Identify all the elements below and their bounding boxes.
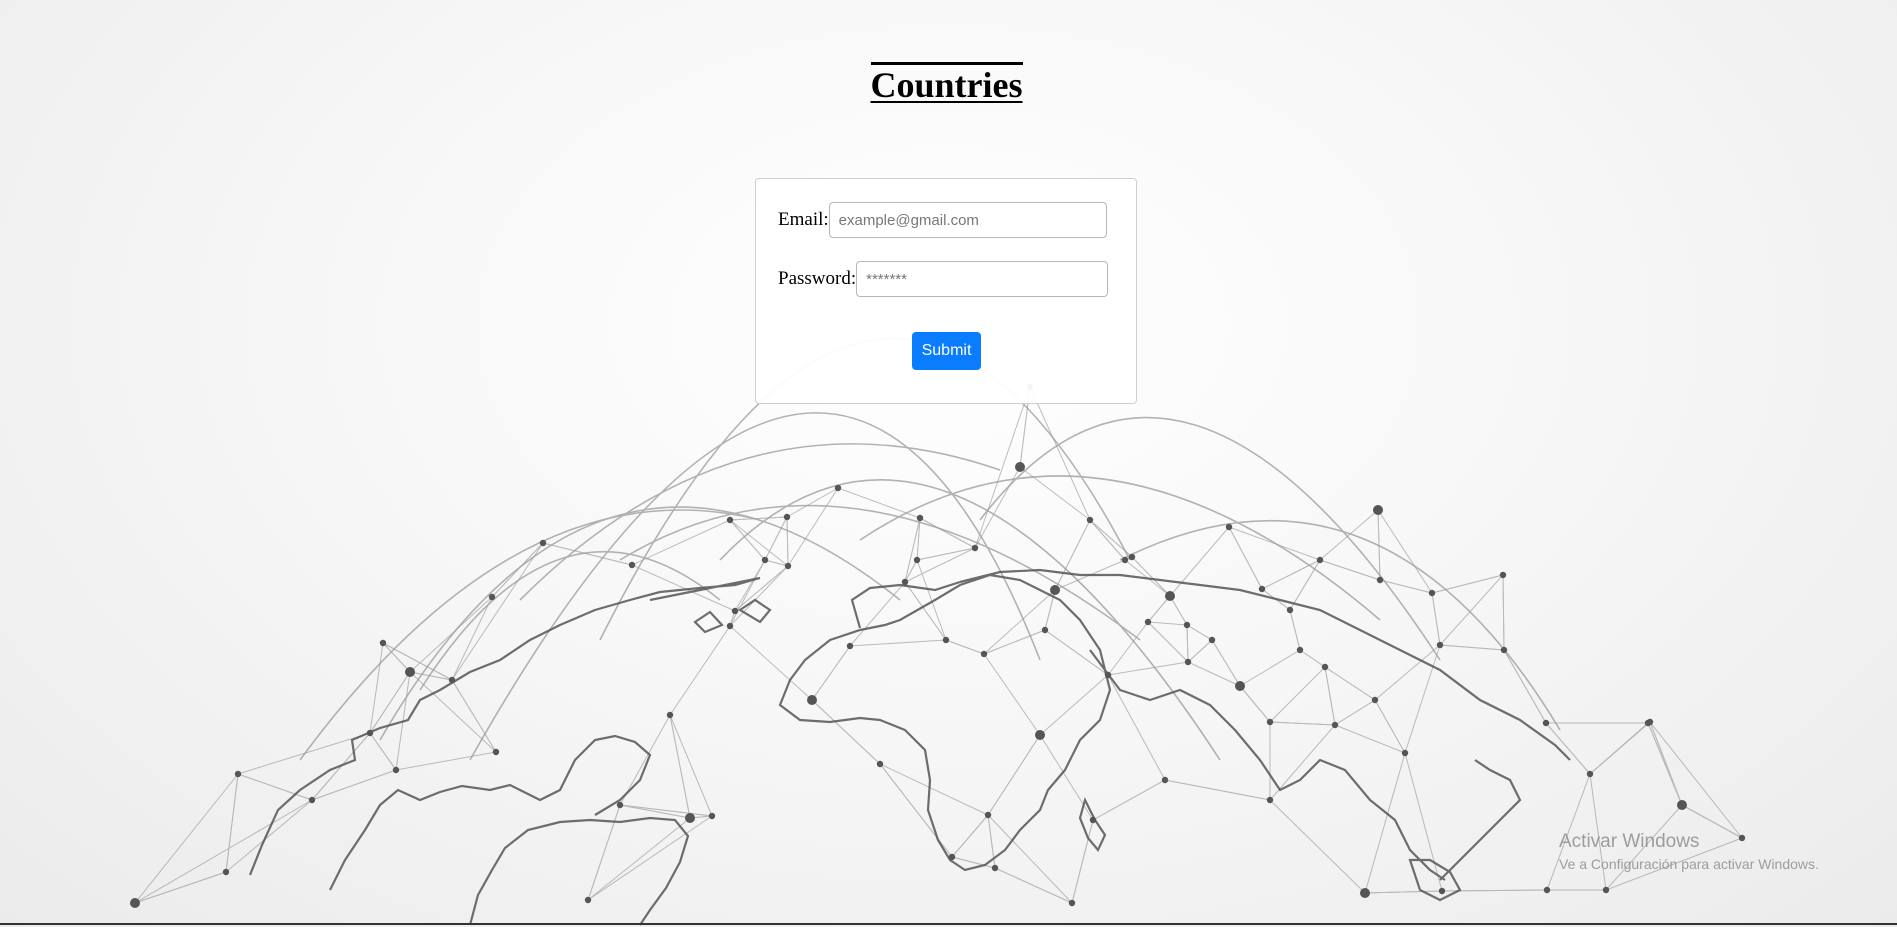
email-input[interactable] — [828, 202, 1107, 238]
world-network-background — [130, 337, 1746, 926]
bottom-border — [0, 923, 1897, 925]
watermark-subtitle: Ve a Configuración para activar Windows. — [1559, 856, 1819, 872]
page-title-text: Countries — [870, 62, 1023, 105]
email-label: Email: — [778, 209, 829, 230]
page-title: Countries — [0, 62, 1893, 105]
password-row: Password: — [778, 261, 1109, 297]
submit-button[interactable]: Submit — [912, 332, 981, 370]
watermark-title: Activar Windows — [1559, 831, 1700, 852]
login-form: Email: Password: Submit — [755, 178, 1137, 404]
password-label: Password: — [778, 268, 857, 289]
password-input[interactable] — [856, 261, 1109, 297]
windows-activation-watermark: Activar Windows Ve a Configuración para … — [1559, 830, 1819, 874]
email-row: Email: — [778, 202, 1107, 238]
